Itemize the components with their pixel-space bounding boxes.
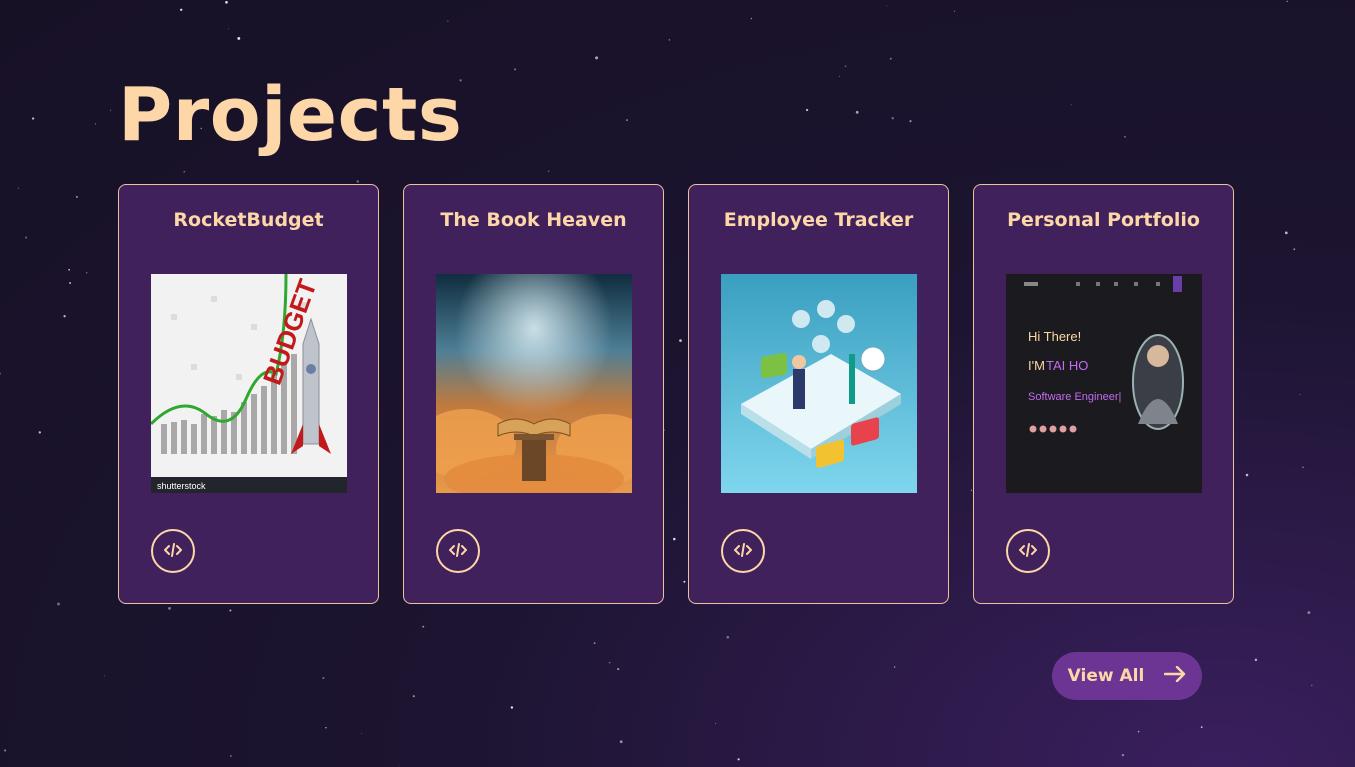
book-heaven-image	[436, 274, 632, 493]
project-card-rocketbudget: RocketBudget BUDGET shutterstock	[118, 184, 379, 604]
project-card-employee-tracker: Employee Tracker	[688, 184, 949, 604]
employee-tracker-image	[721, 274, 917, 493]
source-code-button[interactable]	[1006, 529, 1050, 573]
source-code-button[interactable]	[151, 529, 195, 573]
source-code-button[interactable]	[436, 529, 480, 573]
code-icon	[1018, 542, 1038, 561]
image-text-role: Software Engineer|	[1028, 391, 1121, 403]
page-title: Projects	[118, 72, 463, 158]
rocket-budget-image: BUDGET shutterstock	[151, 274, 347, 493]
project-card-personal-portfolio: Personal Portfolio Hi There! I'M TAI HO …	[973, 184, 1234, 604]
image-text-im: I'M	[1028, 358, 1045, 373]
source-code-button[interactable]	[721, 529, 765, 573]
code-icon	[448, 542, 468, 561]
project-title: Employee Tracker	[723, 209, 914, 231]
code-icon	[163, 542, 183, 561]
project-cards: RocketBudget BUDGET shutterstock The Boo…	[118, 184, 1234, 604]
view-all-label: View All	[1067, 666, 1145, 686]
view-all-button[interactable]: View All	[1052, 652, 1202, 700]
arrow-right-icon	[1164, 665, 1186, 687]
project-title: The Book Heaven	[440, 209, 627, 231]
personal-portfolio-image: Hi There! I'M TAI HO Software Engineer|	[1006, 274, 1202, 493]
code-icon	[733, 542, 753, 561]
image-text-shutterstock: shutterstock	[157, 481, 206, 491]
image-text-greeting: Hi There!	[1028, 329, 1081, 344]
project-card-book-heaven: The Book Heaven	[403, 184, 664, 604]
image-text-name: TAI HO	[1046, 358, 1088, 373]
project-title: Personal Portfolio	[1007, 209, 1200, 231]
project-title: RocketBudget	[173, 209, 324, 231]
